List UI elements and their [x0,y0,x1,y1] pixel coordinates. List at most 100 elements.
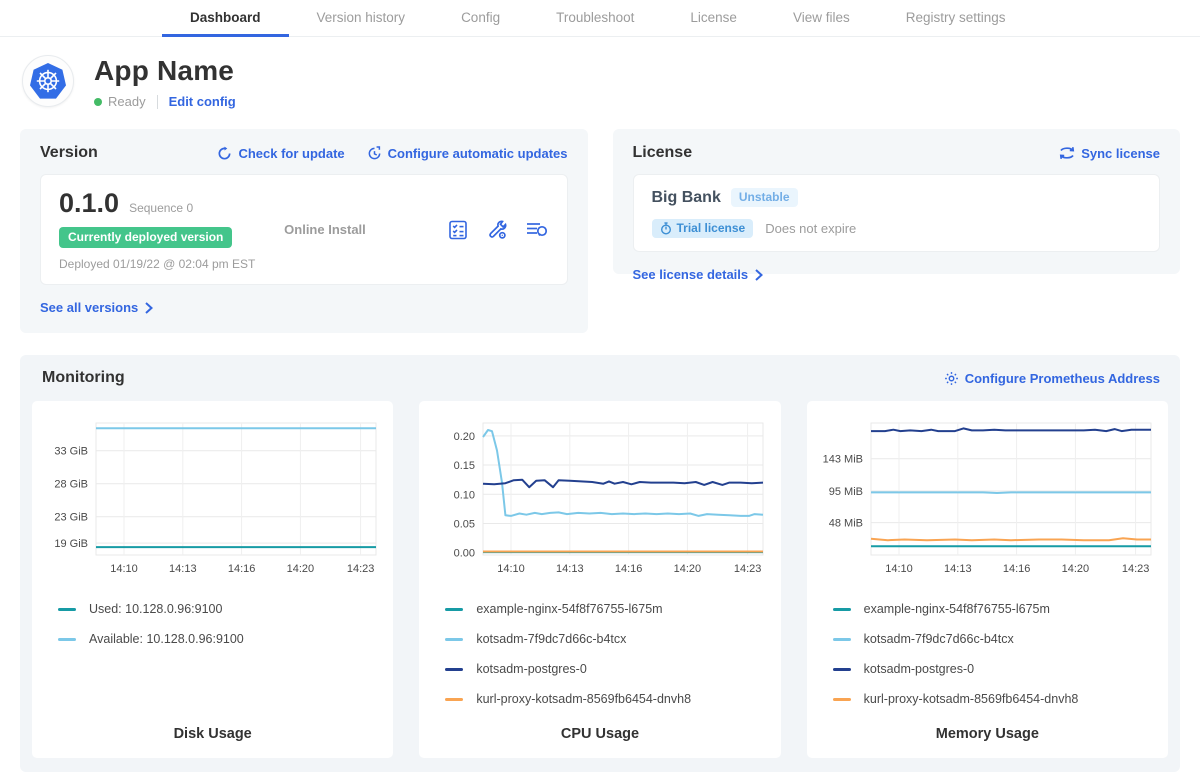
legend-item: kotsadm-postgres-0 [445,662,774,676]
sync-license-link[interactable]: Sync license [1059,146,1160,161]
deployed-badge: Currently deployed version [59,227,232,248]
license-expiry: Does not expire [765,221,856,236]
app-header: App Name Ready Edit config [0,37,1200,115]
status-badge: Ready [108,94,146,109]
monitoring-panel: Monitoring Configure Prometheus Address … [20,355,1180,772]
deploy-logs-icon[interactable] [525,219,549,241]
version-number: 0.1.0 [59,188,119,219]
legend-item: example-nginx-54f8f76755-l675m [445,602,774,616]
legend-label: example-nginx-54f8f76755-l675m [476,602,662,616]
version-sequence: Sequence 0 [129,201,193,215]
license-panel: License Sync license Big Bank Unstable [613,129,1181,274]
svg-text:14:10: 14:10 [110,563,138,575]
monitoring-title: Monitoring [42,369,125,387]
chevron-right-icon [144,302,153,314]
gear-icon [944,371,959,386]
svg-text:143 MiB: 143 MiB [822,454,862,466]
memory-usage-chart: 48 MiB 95 MiB 143 MiB 14:10 14:13 14:16 14:20 1… [813,413,1162,588]
chart-title-disk: Disk Usage [38,726,387,742]
tab-version-history[interactable]: Version history [289,0,434,37]
cpu-usage-chart-card: 0.000.050.100.150.2014:1014:1314:1614:20… [419,401,780,758]
cpu-usage-chart: 0.000.050.100.150.2014:1014:1314:1614:20… [425,413,774,588]
legend-item: kotsadm-7f9dc7d66c-b4tcx [445,632,774,646]
tab-license[interactable]: License [662,0,765,37]
legend-swatch [445,638,463,641]
version-panel: Version Check for update Configure autom… [20,129,588,333]
see-license-details-link[interactable]: See license details [633,267,764,282]
svg-text:19 GiB: 19 GiB [54,538,88,550]
deployed-timestamp: Deployed 01/19/22 @ 02:04 pm EST [59,257,284,271]
svg-text:14:23: 14:23 [347,563,375,575]
chart-title-memory: Memory Usage [813,726,1162,742]
sync-icon [1059,146,1075,160]
license-panel-title: License [633,144,693,162]
legend-swatch [58,638,76,641]
svg-text:0.10: 0.10 [454,489,475,501]
configure-automatic-updates-link[interactable]: Configure automatic updates [367,146,568,161]
legend-swatch [833,668,851,671]
svg-text:14:10: 14:10 [885,563,913,575]
disk-usage-legend: Used: 10.128.0.96:9100 Available: 10.128.… [58,602,387,662]
chart-title-cpu: CPU Usage [425,726,774,742]
check-for-update-link[interactable]: Check for update [217,146,344,161]
svg-text:14:16: 14:16 [1002,563,1030,575]
svg-text:14:13: 14:13 [556,563,584,575]
channel-badge: Unstable [731,188,798,207]
legend-label: kotsadm-7f9dc7d66c-b4tcx [476,632,626,646]
legend-swatch [833,608,851,611]
svg-text:14:16: 14:16 [228,563,256,575]
main-nav: Dashboard Version history Config Trouble… [0,0,1200,37]
tab-troubleshoot[interactable]: Troubleshoot [528,0,662,37]
install-type-label: Online Install [284,222,446,237]
legend-swatch [445,608,463,611]
tab-view-files[interactable]: View files [765,0,878,37]
stopwatch-icon [660,222,672,235]
legend-label: kurl-proxy-kotsadm-8569fb6454-dnvh8 [864,692,1079,706]
see-all-versions-link[interactable]: See all versions [40,300,153,315]
chevron-right-icon [754,269,763,281]
trial-license-badge: Trial license [652,219,754,238]
svg-text:14:20: 14:20 [674,563,702,575]
legend-label: example-nginx-54f8f76755-l675m [864,602,1050,616]
svg-text:95 MiB: 95 MiB [828,486,862,498]
current-version-card: 0.1.0 Sequence 0 Currently deployed vers… [40,174,568,285]
legend-swatch [445,698,463,701]
disk-usage-chart-card: 19 GiB 23 GiB 28 GiB 33 GiB 14:10 14:13 14:16 1… [32,401,393,758]
edit-config-icon[interactable] [486,219,508,241]
license-card: Big Bank Unstable Trial license Does not… [633,174,1161,252]
svg-text:48 MiB: 48 MiB [828,518,862,530]
svg-text:23 GiB: 23 GiB [54,512,88,524]
svg-text:14:23: 14:23 [1121,563,1149,575]
svg-text:14:16: 14:16 [615,563,643,575]
cpu-usage-legend: example-nginx-54f8f76755-l675m kotsadm-7f… [445,602,774,722]
legend-label: kurl-proxy-kotsadm-8569fb6454-dnvh8 [476,692,691,706]
tab-config[interactable]: Config [433,0,528,37]
legend-item: kotsadm-postgres-0 [833,662,1162,676]
svg-text:14:23: 14:23 [734,563,762,575]
tab-dashboard[interactable]: Dashboard [162,0,289,37]
svg-text:28 GiB: 28 GiB [54,479,88,491]
kubernetes-logo-icon [22,55,74,107]
legend-swatch [833,638,851,641]
legend-item: Used: 10.128.0.96:9100 [58,602,387,616]
divider [157,95,158,109]
legend-label: kotsadm-postgres-0 [864,662,974,676]
memory-usage-chart-card: 48 MiB 95 MiB 143 MiB 14:10 14:13 14:16 14:20 1… [807,401,1168,758]
svg-text:14:10: 14:10 [498,563,526,575]
tab-registry-settings[interactable]: Registry settings [878,0,1034,37]
svg-text:0.15: 0.15 [454,460,475,472]
svg-text:14:13: 14:13 [169,563,197,575]
legend-item: example-nginx-54f8f76755-l675m [833,602,1162,616]
legend-item: kotsadm-7f9dc7d66c-b4tcx [833,632,1162,646]
edit-config-link[interactable]: Edit config [169,94,236,109]
legend-item: Available: 10.128.0.96:9100 [58,632,387,646]
configure-prometheus-link[interactable]: Configure Prometheus Address [944,371,1160,386]
legend-label: Used: 10.128.0.96:9100 [89,602,222,616]
svg-text:33 GiB: 33 GiB [54,446,88,458]
legend-item: kurl-proxy-kotsadm-8569fb6454-dnvh8 [833,692,1162,706]
preflight-checks-icon[interactable] [447,219,469,241]
legend-label: Available: 10.128.0.96:9100 [89,632,244,646]
svg-text:14:20: 14:20 [1061,563,1089,575]
disk-usage-chart: 19 GiB 23 GiB 28 GiB 33 GiB 14:10 14:13 14:16 1… [38,413,387,588]
svg-text:14:13: 14:13 [944,563,972,575]
